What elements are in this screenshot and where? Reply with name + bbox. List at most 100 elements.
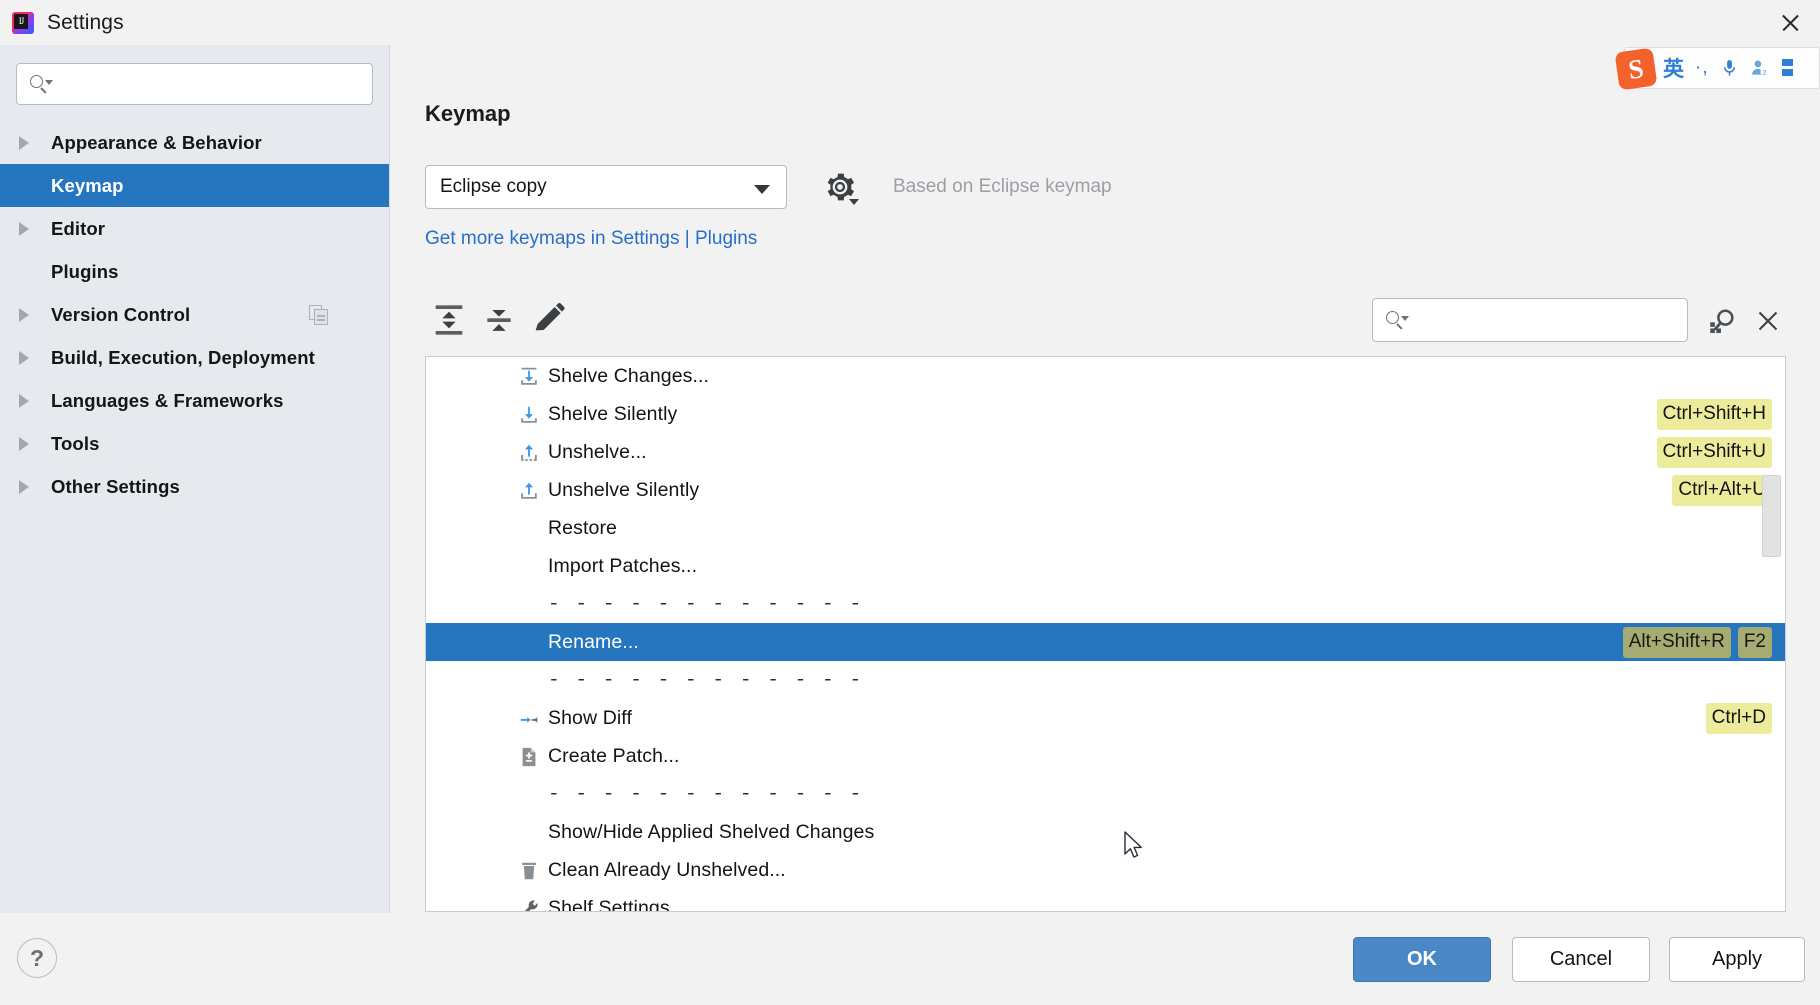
keymap-select[interactable]: Eclipse copy — [425, 165, 787, 209]
separator-label: - - - - - - - - - - - - — [548, 669, 864, 691]
ime-punctuation-toggle[interactable]: ·, — [1695, 57, 1709, 79]
shortcut-group: Alt+Shift+R F2 — [1622, 623, 1772, 661]
action-search-box[interactable] — [1372, 298, 1688, 342]
list-item-rename[interactable]: Rename... Alt+Shift+R F2 — [426, 623, 1785, 661]
list-item[interactable]: Show/Hide Applied Shelved Changes — [426, 813, 1785, 851]
sidebar-item-version-control[interactable]: Version Control — [0, 293, 389, 336]
unshelve-icon — [518, 442, 540, 464]
list-item[interactable]: Shelve Silently Ctrl+Shift+H — [426, 395, 1785, 433]
settings-sidebar: Appearance & Behavior Keymap Editor Plug… — [0, 45, 390, 913]
search-icon — [1385, 310, 1411, 330]
close-icon[interactable] — [1752, 305, 1784, 337]
sidebar-item-label: Plugins — [51, 260, 119, 282]
list-item[interactable]: Unshelve... Ctrl+Shift+U — [426, 433, 1785, 471]
create-patch-icon — [518, 746, 540, 768]
microphone-icon[interactable] — [1720, 57, 1739, 79]
sogou-logo-icon[interactable]: S — [1614, 47, 1658, 91]
shortcut-badge: Ctrl+Alt+U — [1672, 474, 1772, 506]
list-item-label: Unshelve... — [548, 440, 647, 463]
settings-tree: Appearance & Behavior Keymap Editor Plug… — [0, 121, 389, 508]
sidebar-item-other-settings[interactable]: Other Settings — [0, 465, 389, 508]
chevron-right-icon[interactable] — [14, 336, 38, 379]
chevron-down-icon — [754, 185, 770, 194]
title-bar: Settings — [0, 0, 1820, 45]
list-item[interactable]: Shelf Settings — [426, 889, 1785, 912]
sidebar-item-label: Build, Execution, Deployment — [51, 346, 315, 368]
sogou-ime-toolbar: S 英 ·, 2 — [1614, 47, 1820, 91]
separator-label: - - - - - - - - - - - - — [548, 783, 864, 805]
trash-icon — [518, 860, 540, 882]
help-icon[interactable]: ? — [17, 938, 57, 978]
chevron-right-icon[interactable] — [14, 207, 38, 250]
list-item[interactable]: Shelve Changes... — [426, 357, 1785, 395]
shortcut-group: Ctrl+Alt+U — [1672, 471, 1772, 509]
get-more-keymaps-link[interactable]: Get more keymaps in Settings | Plugins — [425, 228, 757, 250]
close-icon[interactable] — [1774, 7, 1806, 39]
chevron-right-icon[interactable] — [14, 379, 38, 422]
list-item[interactable]: Restore — [426, 509, 1785, 547]
shortcut-group: Ctrl+D — [1705, 699, 1772, 737]
shortcut-badge: Ctrl+Shift+H — [1656, 398, 1772, 430]
menu-grid-icon[interactable] — [1781, 58, 1795, 78]
sidebar-search-input[interactable] — [55, 74, 362, 94]
cancel-button[interactable]: Cancel — [1512, 937, 1650, 982]
list-item[interactable]: Show Diff Ctrl+D — [426, 699, 1785, 737]
find-by-shortcut-icon[interactable] — [1706, 305, 1738, 337]
sidebar-item-build-execution-deployment[interactable]: Build, Execution, Deployment — [0, 336, 389, 379]
chevron-right-icon[interactable] — [14, 293, 38, 336]
shortcut-group: Ctrl+Shift+U — [1656, 433, 1772, 471]
list-separator: - - - - - - - - - - - - — [426, 585, 1785, 623]
separator-label: - - - - - - - - - - - - — [548, 593, 864, 615]
chevron-right-icon[interactable] — [14, 422, 38, 465]
list-item[interactable]: Clean Already Unshelved... — [426, 851, 1785, 889]
pencil-edit-icon[interactable] — [529, 300, 569, 340]
sidebar-item-label: Tools — [51, 432, 100, 454]
expand-all-icon[interactable] — [429, 300, 469, 340]
sidebar-item-plugins[interactable]: Plugins — [0, 250, 389, 293]
list-item-label: Shelve Silently — [548, 402, 678, 425]
list-item-label: Clean Already Unshelved... — [548, 858, 786, 881]
list-item[interactable]: Create Patch... — [426, 737, 1785, 775]
vertical-scrollbar-thumb[interactable] — [1762, 475, 1781, 557]
sidebar-item-tools[interactable]: Tools — [0, 422, 389, 465]
unshelve-silently-icon — [518, 480, 540, 502]
chevron-right-icon[interactable] — [14, 465, 38, 508]
user-icon[interactable]: 2 — [1750, 58, 1770, 78]
chevron-right-icon[interactable] — [14, 121, 38, 164]
svg-text:2: 2 — [1762, 70, 1766, 77]
shelve-silently-icon — [518, 404, 540, 426]
list-item-label: Import Patches... — [548, 554, 698, 577]
action-search-input[interactable] — [1411, 310, 1679, 330]
sidebar-item-label: Appearance & Behavior — [51, 131, 262, 153]
dialog-footer: ? OK Cancel Apply — [0, 913, 1820, 1005]
sidebar-item-languages-frameworks[interactable]: Languages & Frameworks — [0, 379, 389, 422]
list-item-label: Show Diff — [548, 706, 632, 729]
copy-icon — [309, 305, 329, 325]
sidebar-item-label: Other Settings — [51, 475, 180, 497]
shortcut-badge: F2 — [1737, 626, 1772, 658]
list-item-label: Shelf Settings — [548, 896, 670, 912]
ime-mode-toggle[interactable]: 英 — [1663, 53, 1684, 83]
sidebar-item-keymap[interactable]: Keymap — [0, 164, 389, 207]
shortcut-badge: Ctrl+Shift+U — [1656, 436, 1772, 468]
intellij-idea-logo-icon — [12, 11, 34, 34]
list-item[interactable]: Import Patches... — [426, 547, 1785, 585]
shelve-changes-icon — [518, 366, 540, 388]
list-item-label: Show/Hide Applied Shelved Changes — [548, 820, 875, 843]
sidebar-item-appearance-behavior[interactable]: Appearance & Behavior — [0, 121, 389, 164]
apply-button[interactable]: Apply — [1669, 937, 1805, 982]
list-item[interactable]: Unshelve Silently Ctrl+Alt+U — [426, 471, 1785, 509]
search-icon — [29, 74, 55, 94]
list-item-label: Rename... — [548, 630, 639, 653]
sidebar-item-label: Keymap — [51, 174, 124, 196]
keymap-selector-row: Eclipse copy Based on Eclipse keymap — [425, 165, 1112, 209]
chevron-down-icon — [849, 199, 859, 205]
keymap-panel: Keymap Eclipse copy Based on Eclipse key… — [391, 45, 1820, 913]
ok-button[interactable]: OK — [1353, 937, 1491, 982]
gear-icon[interactable] — [823, 170, 859, 205]
sidebar-item-editor[interactable]: Editor — [0, 207, 389, 250]
collapse-all-icon[interactable] — [479, 300, 519, 340]
sidebar-search-box[interactable] — [16, 63, 373, 105]
